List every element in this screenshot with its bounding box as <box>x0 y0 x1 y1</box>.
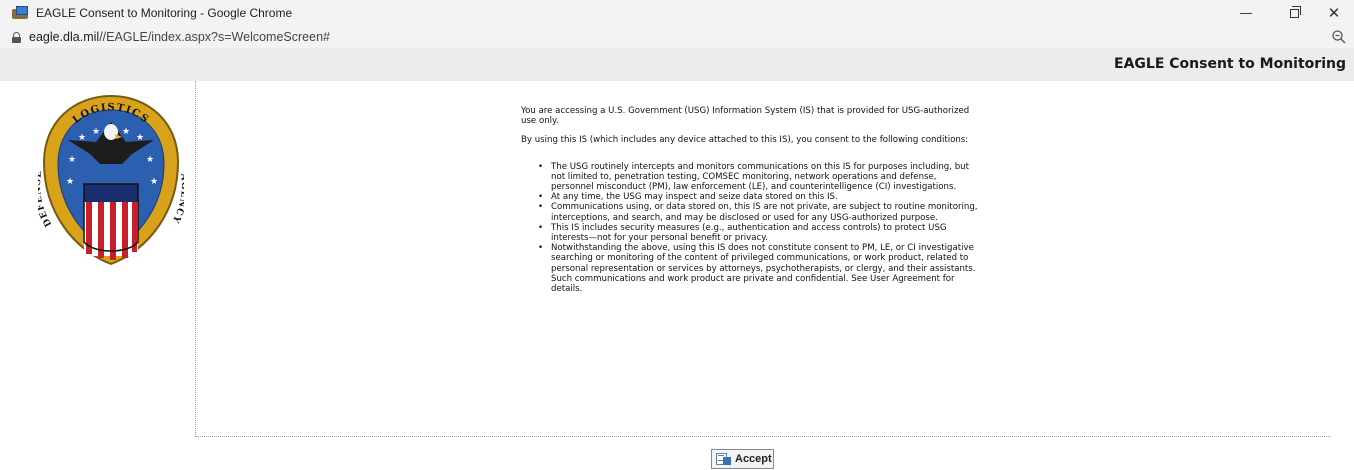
notice-consent: By using this IS (which includes any dev… <box>521 135 969 146</box>
condition-item: This IS includes security measures (e.g.… <box>538 223 981 243</box>
browser-titlebar: EAGLE Consent to Monitoring - Google Chr… <box>0 0 1354 26</box>
minimize-button[interactable]: — <box>1226 0 1266 26</box>
lock-icon[interactable] <box>12 31 21 43</box>
address-bar[interactable]: eagle.dla.mil//EAGLE/index.aspx?s=Welcom… <box>0 26 1354 48</box>
page-title: EAGLE Consent to Monitoring <box>1114 56 1346 72</box>
dla-seal-logo: ★★★★ ★★★★ LOGISTICS DEFENSE AGENCY <box>38 94 184 266</box>
url-text[interactable]: eagle.dla.mil//EAGLE/index.aspx?s=Welcom… <box>29 30 330 44</box>
svg-text:★: ★ <box>92 127 100 137</box>
url-host: eagle.dla.mil <box>29 30 100 44</box>
url-path: //EAGLE/index.aspx?s=WelcomeScreen# <box>99 30 330 44</box>
condition-item: At any time, the USG may inspect and sei… <box>538 192 981 202</box>
condition-item: Notwithstanding the above, using this IS… <box>538 243 981 294</box>
svg-text:★: ★ <box>150 177 158 187</box>
conditions-list: The USG routinely intercepts and monitor… <box>538 162 981 295</box>
accept-icon <box>716 453 731 465</box>
window-title: EAGLE Consent to Monitoring - Google Chr… <box>36 6 293 20</box>
notice-intro: You are accessing a U.S. Government (USG… <box>521 106 970 127</box>
minimize-icon: — <box>1239 5 1253 21</box>
condition-item: Communications using, or data stored on,… <box>538 202 981 222</box>
close-icon: ✕ <box>1327 4 1341 22</box>
zoom-icon[interactable] <box>1331 29 1347 45</box>
svg-text:★: ★ <box>146 155 154 165</box>
accept-label: Accept <box>735 453 772 465</box>
restore-icon <box>1289 5 1301 18</box>
svg-text:★: ★ <box>66 177 74 187</box>
svg-text:★: ★ <box>68 155 76 165</box>
accept-button[interactable]: Accept <box>711 449 774 469</box>
condition-item: The USG routinely intercepts and monitor… <box>538 162 981 193</box>
restore-button[interactable] <box>1274 0 1314 26</box>
close-button[interactable]: ✕ <box>1314 0 1354 26</box>
consent-notice: You are accessing a U.S. Government (USG… <box>521 106 981 294</box>
page-header: EAGLE Consent to Monitoring <box>0 48 1354 81</box>
app-icon <box>12 6 30 20</box>
svg-text:★: ★ <box>122 127 130 137</box>
